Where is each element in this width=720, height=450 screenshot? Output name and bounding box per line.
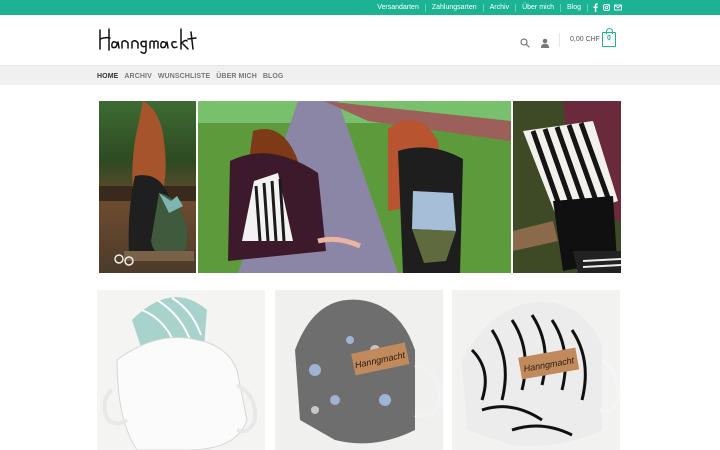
top-bar: Versandarten Zahlungsarten Archiv Über m…	[0, 0, 720, 15]
product-image-mask-1[interactable]	[97, 290, 265, 450]
cart-count: 0	[607, 35, 611, 42]
email-icon[interactable]	[614, 3, 622, 12]
top-link-blog[interactable]: Blog	[561, 3, 588, 12]
top-link-archiv[interactable]: Archiv	[484, 3, 517, 12]
nav-item-ueber-mich[interactable]: ÜBER MICH	[216, 73, 257, 80]
site-header: 0,00 CHF 0	[0, 15, 720, 65]
user-icon[interactable]	[540, 35, 550, 48]
cart-total[interactable]: 0,00 CHF	[570, 36, 600, 43]
search-icon[interactable]	[520, 35, 530, 48]
nav-item-blog[interactable]: BLOG	[263, 73, 284, 80]
top-nav: Versandarten Zahlungsarten Archiv Über m…	[371, 0, 622, 15]
cart-icon[interactable]: 0	[602, 28, 616, 47]
header-divider	[559, 33, 560, 47]
nav-item-archiv[interactable]: ARCHIV	[124, 73, 151, 80]
top-link-zahlungsarten[interactable]: Zahlungsarten	[426, 3, 484, 12]
facebook-icon[interactable]	[592, 3, 599, 13]
nav-item-wunschliste[interactable]: WUNSCHLISTE	[158, 73, 210, 80]
nav-item-home[interactable]: HOME	[97, 73, 118, 80]
top-link-ueber-mich[interactable]: Über mich	[516, 3, 561, 12]
product-image-mask-2[interactable]: Hanngmacht	[275, 290, 443, 450]
main-nav: HOME ARCHIV WUNSCHLISTE ÜBER MICH BLOG	[0, 65, 720, 85]
hero-image-left[interactable]	[99, 101, 196, 273]
product-image-mask-3[interactable]: Hanngmacht	[452, 290, 620, 450]
top-link-versandarten[interactable]: Versandarten	[371, 3, 426, 12]
hero-image-right[interactable]	[513, 101, 621, 273]
instagram-icon[interactable]	[603, 3, 610, 12]
hero-image-center[interactable]	[198, 101, 511, 273]
site-logo[interactable]	[97, 25, 199, 55]
